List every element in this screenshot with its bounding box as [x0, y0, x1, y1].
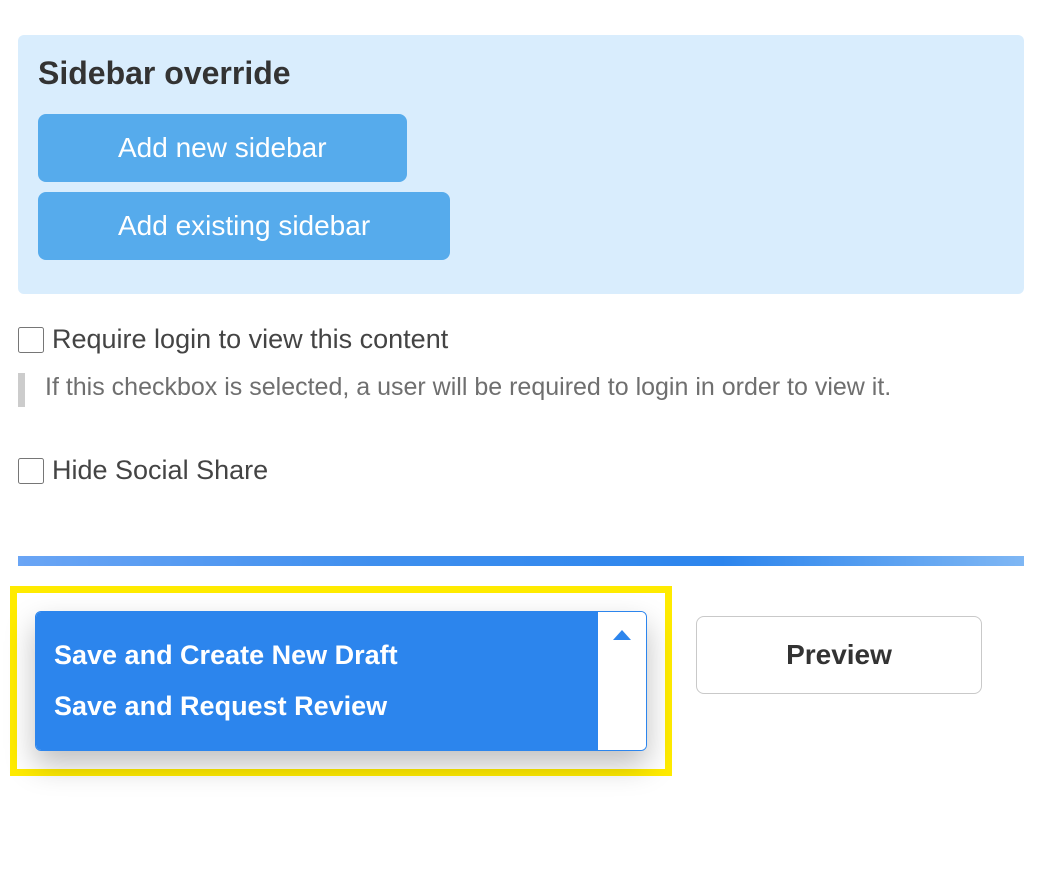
save-create-new-draft-option[interactable]: Save and Create New Draft [54, 630, 580, 681]
content-form: Sidebar override Add new sidebar Add exi… [0, 35, 1042, 816]
require-login-help-text: If this checkbox is selected, a user wil… [45, 373, 891, 402]
hide-social-checkbox[interactable] [18, 458, 44, 484]
require-login-row: Require login to view this content [18, 324, 1024, 355]
add-existing-sidebar-button[interactable]: Add existing sidebar [38, 192, 450, 260]
section-divider [18, 556, 1024, 566]
hide-social-row: Hide Social Share [18, 455, 1024, 486]
save-split-toggle[interactable] [598, 612, 646, 750]
help-accent-bar [18, 373, 25, 407]
save-split-main: Save and Create New Draft Save and Reque… [36, 612, 598, 750]
add-new-sidebar-button[interactable]: Add new sidebar [38, 114, 407, 182]
save-actions-highlight: Save and Create New Draft Save and Reque… [10, 586, 672, 776]
require-login-label[interactable]: Require login to view this content [52, 324, 448, 355]
require-login-checkbox[interactable] [18, 327, 44, 353]
hide-social-label[interactable]: Hide Social Share [52, 455, 268, 486]
save-split-button: Save and Create New Draft Save and Reque… [35, 611, 647, 751]
save-request-review-option[interactable]: Save and Request Review [54, 681, 580, 732]
require-login-help: If this checkbox is selected, a user wil… [18, 373, 1024, 407]
sidebar-override-panel: Sidebar override Add new sidebar Add exi… [18, 35, 1024, 294]
preview-button[interactable]: Preview [696, 616, 982, 694]
form-actions: Save and Create New Draft Save and Reque… [18, 566, 1024, 776]
caret-up-icon [613, 630, 631, 640]
sidebar-override-title: Sidebar override [38, 55, 1004, 92]
